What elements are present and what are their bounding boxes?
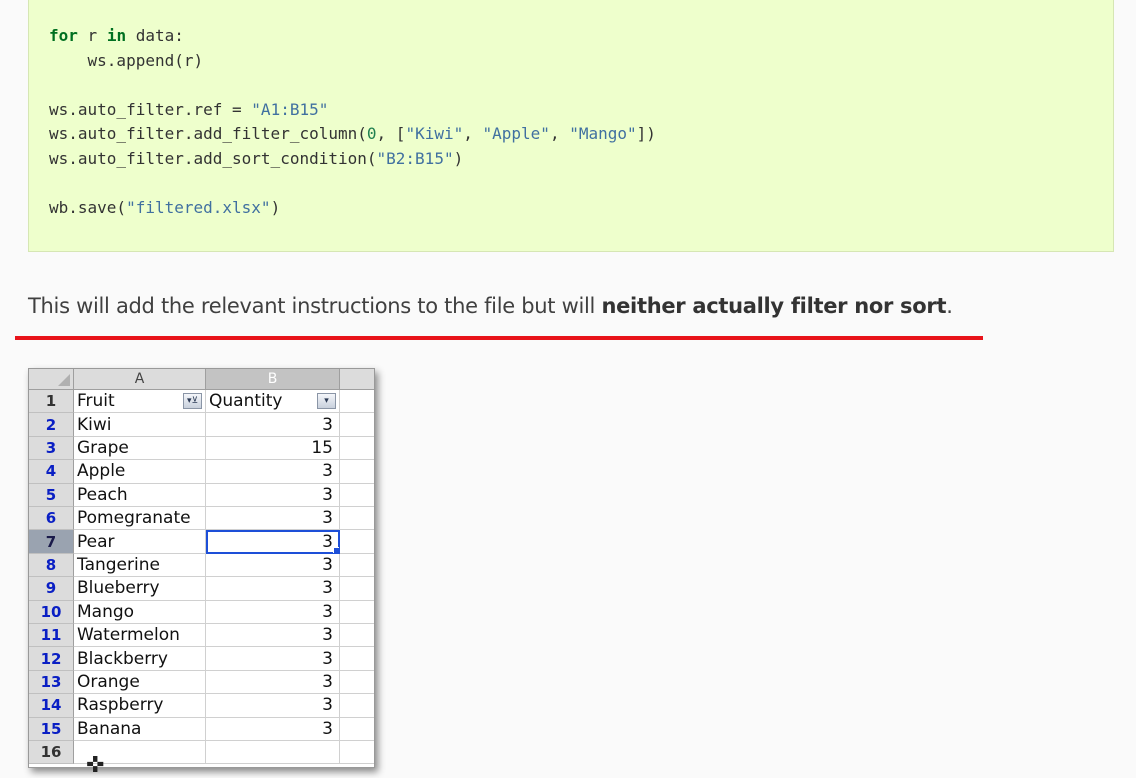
table-row: 14 Raspberry 3	[29, 694, 374, 718]
table-row: 2 Kiwi 3	[29, 413, 374, 437]
cell-fruit[interactable]: Peach	[74, 483, 206, 507]
cell-fruit[interactable]: Blackberry	[74, 647, 206, 671]
row-number[interactable]: 12	[29, 647, 74, 671]
row-number[interactable]: 7	[29, 530, 74, 554]
cell-empty[interactable]	[340, 601, 374, 624]
cell-quantity[interactable]: 3	[206, 483, 340, 507]
cell-fruit[interactable]: Mango	[74, 600, 206, 624]
row-number[interactable]: 2	[29, 413, 74, 437]
cell-fruit[interactable]: Banana	[74, 717, 206, 741]
row-number[interactable]: 15	[29, 717, 74, 741]
cell-quantity[interactable]: 3	[206, 647, 340, 671]
cell-quantity[interactable]: 3	[206, 624, 340, 648]
row-number[interactable]: 1	[29, 390, 74, 414]
cell-fruit[interactable]: Kiwi	[74, 413, 206, 437]
table-row: 6 Pomegranate 3	[29, 507, 374, 531]
row-number[interactable]: 5	[29, 483, 74, 507]
table-row: 5 Peach 3	[29, 483, 374, 507]
row-number[interactable]: 14	[29, 694, 74, 718]
row-number[interactable]: 6	[29, 507, 74, 531]
cell-empty[interactable]	[340, 460, 374, 484]
cell-empty[interactable]	[340, 741, 374, 765]
cell-empty[interactable]	[340, 530, 374, 554]
code-line-append: ws.append(r)	[49, 50, 204, 70]
row-number[interactable]: 10	[29, 600, 74, 624]
red-underline-highlight	[15, 336, 983, 340]
cell-empty[interactable]	[340, 413, 374, 437]
fill-handle[interactable]	[333, 546, 339, 553]
cell-fruit[interactable]: Tangerine	[74, 553, 206, 578]
cell-empty[interactable]	[340, 647, 374, 671]
cell-empty[interactable]	[340, 390, 374, 414]
cell-quantity[interactable]: 3	[206, 507, 340, 531]
cell-empty[interactable]	[340, 437, 374, 461]
cell-fruit[interactable]: Pear	[74, 530, 206, 554]
cell-empty[interactable]	[340, 624, 374, 648]
crosshair-plus-icon: ✜	[86, 753, 105, 778]
cell-fruit[interactable]: Orange	[74, 670, 206, 695]
cell-empty[interactable]	[340, 554, 374, 578]
table-row: 7 Pear 3	[29, 530, 374, 554]
row-number[interactable]: 4	[29, 460, 74, 484]
table-row: 8 Tangerine 3	[29, 553, 374, 578]
select-all-corner[interactable]	[29, 369, 74, 390]
row-number[interactable]: 13	[29, 670, 74, 695]
emphasis-text: neither actually filter nor sort	[601, 294, 947, 318]
row-number[interactable]: 16	[29, 741, 74, 765]
filter-dropdown-icon[interactable]: ▾	[317, 393, 336, 409]
spreadsheet-image: A B 1 Fruit ▾⊻ Quantity ▾ 2 Kiwi 3 3 Grape 15…	[28, 368, 375, 768]
cell-empty[interactable]	[340, 507, 374, 531]
column-header-a[interactable]: A	[74, 369, 206, 390]
cell-fruit[interactable]: Blueberry	[74, 577, 206, 601]
code-block: for r in data: ws.append(r) ws.auto_filt…	[28, 0, 1114, 252]
cell-quantity[interactable]: 3	[206, 577, 340, 601]
code-keyword-in: in	[106, 26, 127, 45]
cell-quantity[interactable]: 3	[206, 694, 340, 718]
cell-empty[interactable]	[340, 694, 374, 718]
code-keyword-for: for	[49, 26, 78, 45]
cell-quantity[interactable]: 3	[206, 460, 340, 484]
table-row: 9 Blueberry 3	[29, 577, 374, 601]
corner-triangle-icon	[58, 374, 70, 386]
cell-empty[interactable]	[340, 577, 374, 601]
table-row: 15 Banana 3	[29, 717, 374, 741]
table-row-empty: 16	[29, 741, 374, 765]
table-row: 11 Watermelon 3	[29, 624, 374, 648]
explanation-paragraph: This will add the relevant instructions …	[28, 294, 953, 318]
cell-quantity[interactable]: 3	[206, 600, 340, 624]
table-row: 13 Orange 3	[29, 670, 374, 695]
cell-fruit[interactable]: Pomegranate	[74, 507, 206, 531]
cell-quantity[interactable]: 3	[206, 530, 340, 554]
cell-header-fruit[interactable]: Fruit ▾⊻	[74, 390, 206, 414]
column-header-b[interactable]: B	[206, 369, 340, 390]
cell-quantity[interactable]: 3	[206, 717, 340, 741]
table-row: 3 Grape 15	[29, 436, 374, 461]
column-header-c[interactable]	[340, 369, 374, 390]
table-row-header: 1 Fruit ▾⊻ Quantity ▾	[29, 390, 374, 414]
cell-empty[interactable]	[340, 484, 374, 507]
cell-empty[interactable]	[340, 718, 374, 741]
cell-fruit[interactable]: Watermelon	[74, 624, 206, 648]
cell-fruit[interactable]: Grape	[74, 436, 206, 461]
row-number[interactable]: 11	[29, 624, 74, 648]
cell-quantity[interactable]: 3	[206, 553, 340, 578]
cell-quantity[interactable]: 3	[206, 413, 340, 437]
code-text: for r in data: ws.append(r) ws.auto_filt…	[49, 26, 656, 217]
table-row: 12 Blackberry 3	[29, 647, 374, 671]
cell-header-quantity[interactable]: Quantity ▾	[206, 390, 340, 414]
filter-active-icon[interactable]: ▾⊻	[183, 393, 202, 409]
cell-fruit[interactable]: Raspberry	[74, 694, 206, 718]
cell-empty[interactable]	[206, 741, 340, 765]
cell-quantity[interactable]: 15	[206, 436, 340, 461]
cell-fruit[interactable]: Apple	[74, 460, 206, 484]
table-row: 10 Mango 3	[29, 600, 374, 624]
cell-empty[interactable]	[340, 671, 374, 695]
row-number[interactable]: 3	[29, 436, 74, 461]
cell-quantity[interactable]: 3	[206, 670, 340, 695]
row-number[interactable]: 9	[29, 577, 74, 601]
row-number[interactable]: 8	[29, 553, 74, 578]
table-row: 4 Apple 3	[29, 460, 374, 484]
